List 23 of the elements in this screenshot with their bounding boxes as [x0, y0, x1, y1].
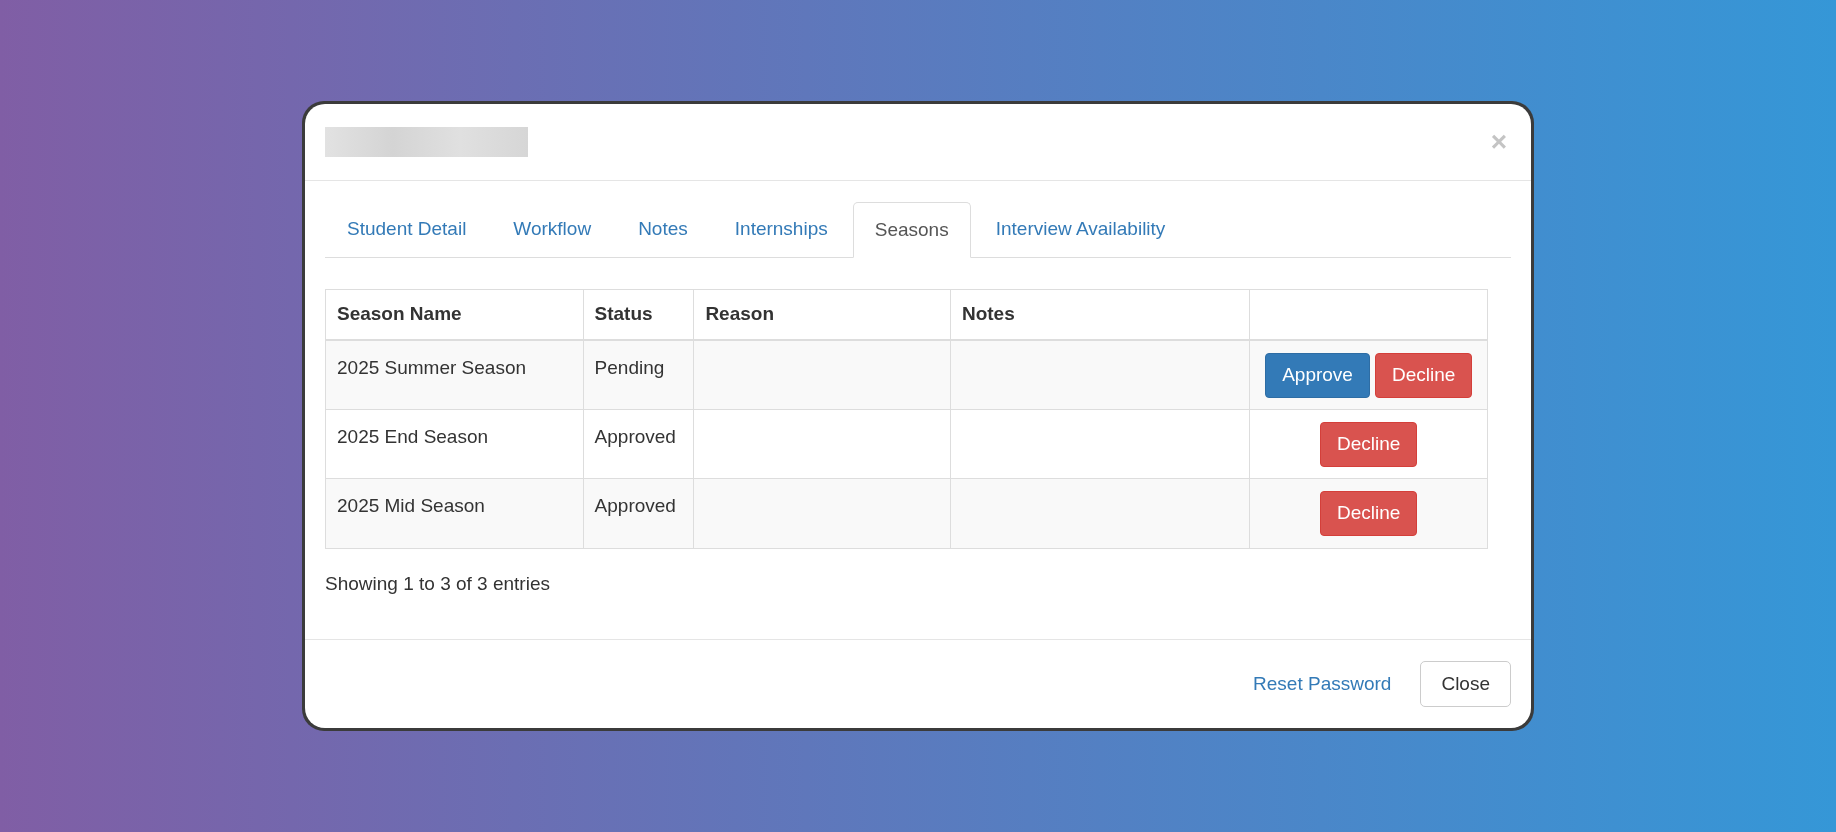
tab[interactable]: Student Detail — [325, 201, 489, 257]
table-cell: Approved — [594, 426, 676, 447]
decline-button[interactable]: Decline — [1320, 491, 1418, 536]
tab[interactable]: Seasons — [852, 202, 971, 258]
table-cell: 2025 Summer Season — [337, 357, 527, 378]
decline-button[interactable]: Decline — [1320, 421, 1418, 467]
tab[interactable]: Notes — [616, 201, 710, 257]
table-cell: Pending — [594, 357, 665, 378]
approve-button[interactable]: Approve — [1265, 352, 1370, 398]
tab[interactable]: Interview Availability — [973, 201, 1188, 257]
tab[interactable]: Internships — [712, 201, 850, 257]
column-header: Season Name — [337, 302, 462, 327]
column-header: Reason — [705, 302, 774, 327]
column-header: Status — [594, 302, 653, 327]
column-header: Notes — [961, 302, 1015, 327]
close-button[interactable]: Close — [1420, 661, 1511, 707]
tab[interactable]: Workflow — [491, 201, 614, 257]
table-cell: Approved — [594, 495, 676, 516]
table-cell: 2025 Mid Season — [337, 495, 485, 516]
table-cell: 2025 End Season — [337, 426, 489, 447]
entries-info: Showing 1 to 3 of 3 entries — [325, 573, 550, 594]
reset-password-link[interactable]: Reset Password — [1253, 669, 1392, 699]
decline-button[interactable]: Decline — [1374, 352, 1473, 398]
